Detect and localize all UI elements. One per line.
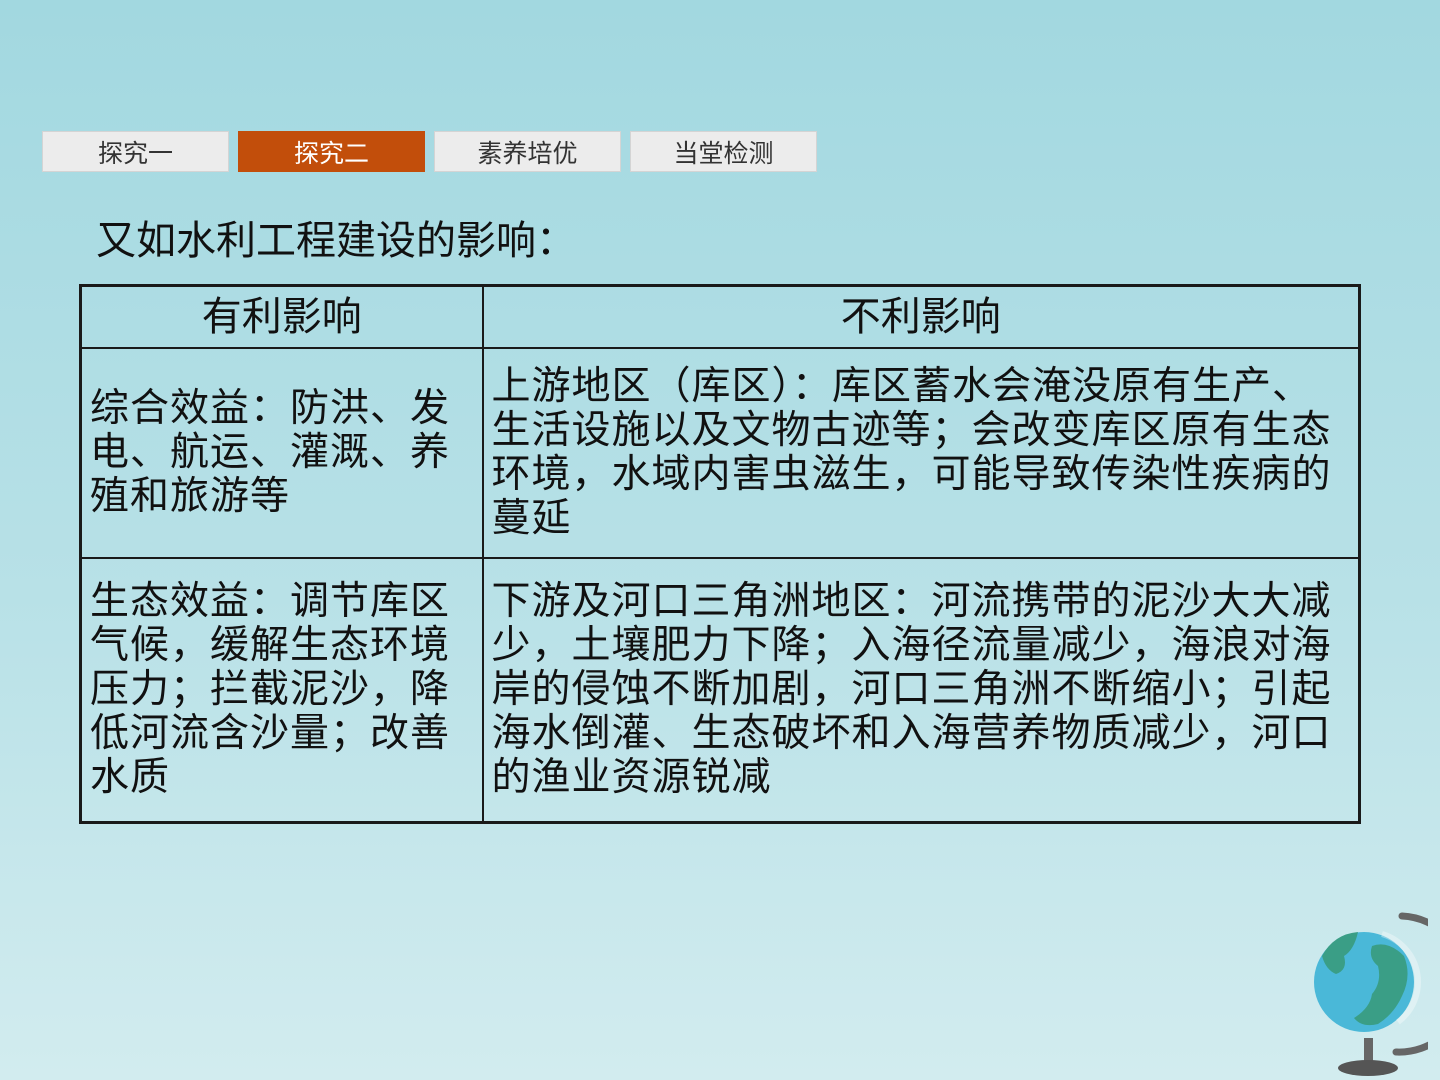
header-negative: 不利影响 [481, 284, 1361, 349]
tab-literacy[interactable]: 素养培优 [434, 131, 621, 172]
cell-positive: 生态效益：调节库区气候，缓解生态环境压力；拦截泥沙，降低河流含沙量；改善水质 [79, 557, 484, 824]
globe-icon [1314, 912, 1428, 1076]
tab-explore-1[interactable]: 探究一 [42, 131, 229, 172]
tab-class-test[interactable]: 当堂检测 [630, 131, 817, 172]
nav-tabs: 探究一 探究二 素养培优 当堂检测 [42, 131, 817, 172]
table-row: 综合效益：防洪、发电、航运、灌溉、养殖和旅游等 上游地区（库区）：库区蓄水会淹没… [79, 347, 1361, 559]
page-heading: 又如水利工程建设的影响： [96, 218, 576, 264]
header-positive: 有利影响 [79, 284, 484, 349]
impact-table: 有利影响 不利影响 综合效益：防洪、发电、航运、灌溉、养殖和旅游等 上游地区（库… [79, 284, 1361, 824]
cell-negative: 下游及河口三角洲地区：河流携带的泥沙大大减少，土壤肥力下降；入海径流量减少，海浪… [481, 557, 1361, 824]
table-header-row: 有利影响 不利影响 [79, 284, 1361, 349]
tab-explore-2[interactable]: 探究二 [238, 131, 425, 172]
cell-negative: 上游地区（库区）：库区蓄水会淹没原有生产、生活设施以及文物古迹等；会改变库区原有… [481, 347, 1361, 559]
cell-positive: 综合效益：防洪、发电、航运、灌溉、养殖和旅游等 [79, 347, 484, 559]
table-row: 生态效益：调节库区气候，缓解生态环境压力；拦截泥沙，降低河流含沙量；改善水质 下… [79, 557, 1361, 824]
